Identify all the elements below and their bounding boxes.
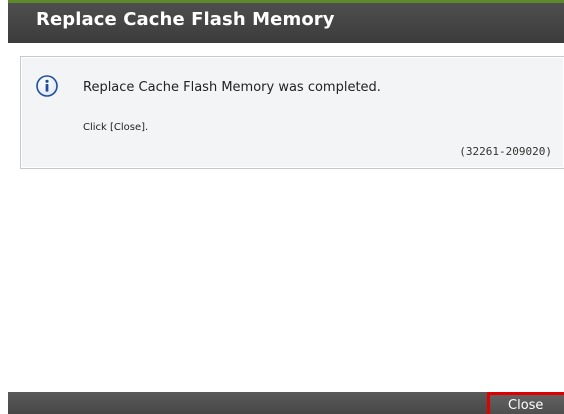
close-button[interactable]: Close bbox=[487, 392, 564, 414]
message-panel: Replace Cache Flash Memory was completed… bbox=[20, 56, 564, 169]
message-code: (32261-209020) bbox=[459, 145, 552, 158]
replace-cache-flash-memory-dialog: Replace Cache Flash Memory Replace Cache… bbox=[0, 0, 564, 414]
instruction-text: Click [Close]. bbox=[83, 122, 149, 133]
dialog-footer: Close bbox=[8, 392, 564, 414]
info-icon bbox=[36, 75, 58, 97]
completion-message: Replace Cache Flash Memory was completed… bbox=[83, 80, 381, 95]
dialog-title: Replace Cache Flash Memory bbox=[36, 9, 335, 30]
title-bar: Replace Cache Flash Memory bbox=[8, 3, 564, 43]
